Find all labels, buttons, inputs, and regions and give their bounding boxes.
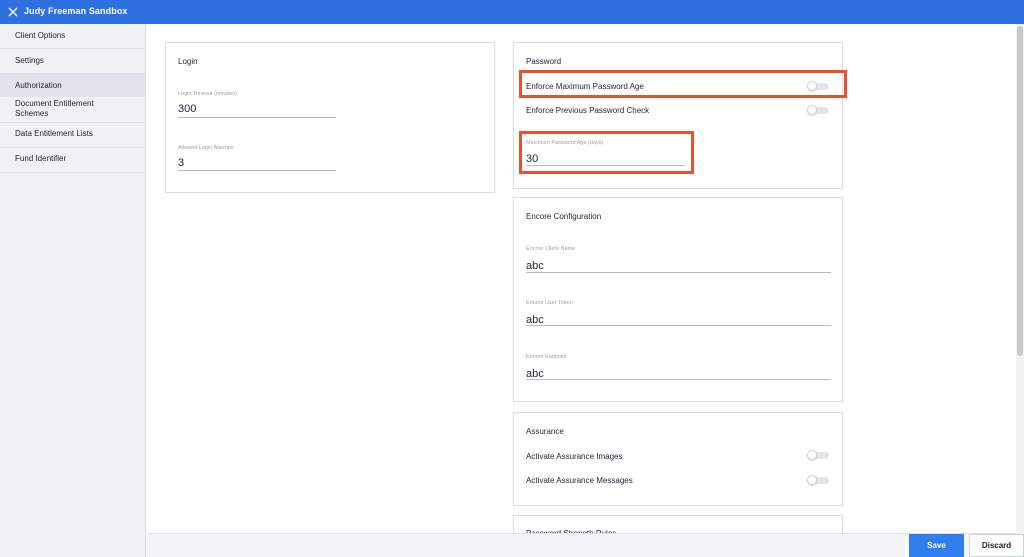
encore-client-name-label: Encore Client Name bbox=[526, 246, 576, 252]
assurance-card-title: Assurance bbox=[526, 427, 564, 436]
login-attempts-label: Allowed Login Attemps bbox=[178, 145, 234, 151]
discard-button[interactable]: Discard bbox=[969, 534, 1024, 557]
input-underline bbox=[178, 117, 336, 118]
input-underline bbox=[526, 325, 831, 326]
title-bar: Judy Freeman Sandbox bbox=[0, 0, 1024, 24]
input-underline bbox=[526, 379, 831, 380]
login-card-title: Login bbox=[178, 57, 198, 66]
assurance-messages-label: Activate Assurance Messages bbox=[526, 476, 633, 485]
sidebar-item-label-line2: Schemes bbox=[15, 109, 49, 118]
login-attempts-input[interactable]: 3 bbox=[178, 157, 184, 169]
sidebar-item-label: Document Entitlement bbox=[15, 99, 94, 108]
window-title: Judy Freeman Sandbox bbox=[24, 6, 128, 16]
enforce-prev-check-label: Enforce Previous Password Check bbox=[526, 106, 650, 115]
highlight-enforce-max-age bbox=[519, 70, 847, 98]
sidebar-item-document-entitlement-schemes[interactable]: Document Entitlement Schemes bbox=[0, 98, 145, 122]
encore-user-token-label: Encore User Token bbox=[526, 300, 573, 306]
toggle-knob bbox=[807, 450, 817, 460]
login-card: Login Login Timeout (minutes) 300 Allowe… bbox=[165, 42, 495, 193]
divider bbox=[0, 172, 145, 173]
assurance-images-label: Activate Assurance Images bbox=[526, 452, 623, 461]
assurance-messages-toggle[interactable] bbox=[807, 475, 829, 485]
sidebar-item-label: Client Options bbox=[15, 31, 66, 40]
sidebar-item-label: Authorization bbox=[15, 81, 62, 90]
sidebar-item-label: Data Entitlement Lists bbox=[15, 129, 93, 138]
encore-card-title: Encore Configuration bbox=[526, 212, 602, 221]
login-timeout-label: Login Timeout (minutes) bbox=[178, 91, 237, 97]
toggle-knob bbox=[807, 475, 817, 485]
scrollbar-thumb[interactable] bbox=[1017, 26, 1023, 356]
sidebar-item-label: Settings bbox=[15, 56, 44, 65]
password-card-title: Password bbox=[526, 57, 562, 66]
sidebar: Client Options Settings Authorization Do… bbox=[0, 24, 146, 557]
assurance-card: Assurance Activate Assurance Images Acti… bbox=[513, 412, 843, 506]
login-timeout-input[interactable]: 300 bbox=[178, 103, 196, 115]
toggle-knob bbox=[807, 105, 817, 115]
footer-bar bbox=[147, 533, 1016, 557]
assurance-images-toggle[interactable] bbox=[807, 450, 829, 460]
sidebar-item-data-entitlement-lists[interactable]: Data Entitlement Lists bbox=[0, 123, 145, 147]
input-underline bbox=[526, 272, 831, 273]
save-button[interactable]: Save bbox=[909, 534, 964, 557]
sidebar-item-fund-identifier[interactable]: Fund Identifier bbox=[0, 148, 145, 172]
enforce-prev-check-toggle[interactable] bbox=[807, 105, 829, 115]
input-underline bbox=[178, 170, 336, 171]
sidebar-item-label: Fund Identifier bbox=[15, 154, 67, 163]
sidebar-item-settings[interactable]: Settings bbox=[0, 49, 145, 73]
sidebar-item-client-options[interactable]: Client Options bbox=[0, 24, 145, 48]
encore-client-name-input[interactable]: abc bbox=[526, 260, 544, 272]
encore-endpoint-label: Encore Endpoint bbox=[526, 354, 567, 360]
close-icon[interactable] bbox=[6, 5, 20, 19]
encore-card: Encore Configuration Encore Client Name … bbox=[513, 197, 843, 402]
highlight-max-age bbox=[519, 131, 694, 174]
sidebar-item-authorization[interactable]: Authorization bbox=[0, 74, 145, 97]
